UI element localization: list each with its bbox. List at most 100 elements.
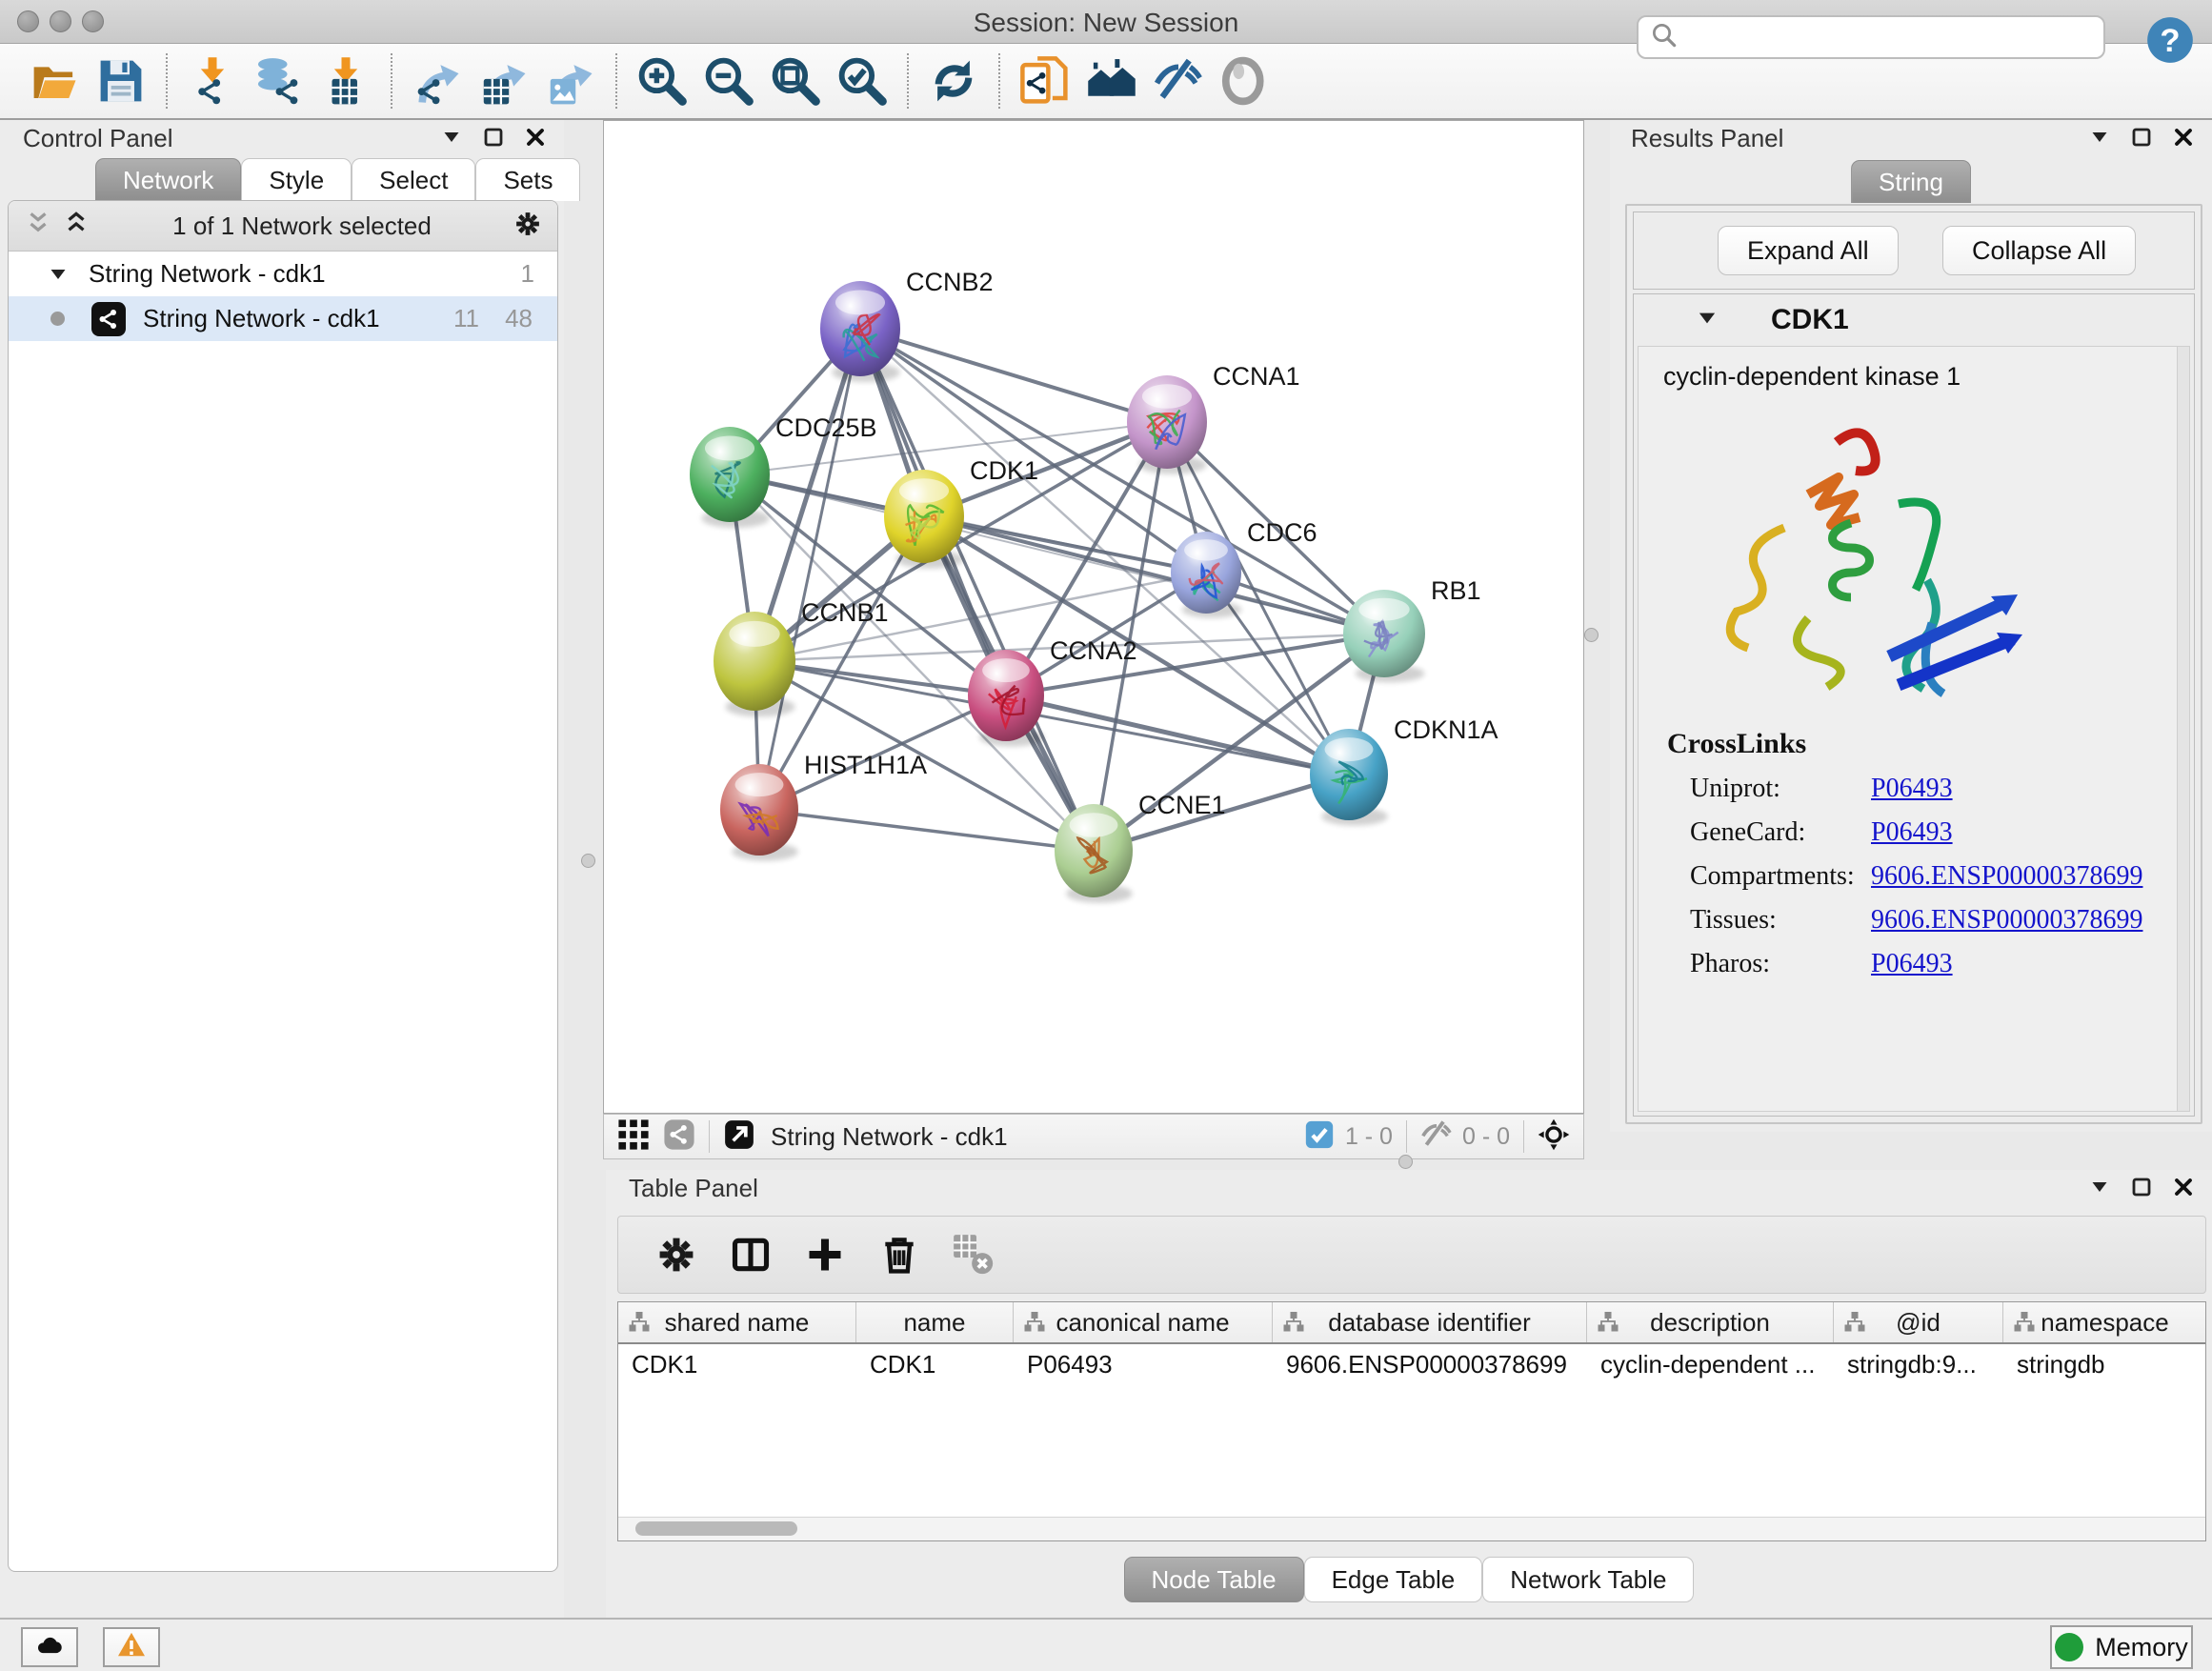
gear-icon[interactable] [513,210,542,243]
hide-annotations-button[interactable] [1145,50,1212,112]
node-HIST1H1A[interactable]: HIST1H1A [720,751,927,861]
node-RB1[interactable]: RB1 [1343,576,1481,682]
right-splitter-handle[interactable] [1584,628,1599,642]
share-document-button[interactable] [1012,50,1078,112]
edge-CCNA2-CDKN1A[interactable] [1006,695,1349,775]
network-collection-row[interactable]: String Network - cdk1 1 [9,252,557,296]
node-CDC25B[interactable]: CDC25B [690,413,877,528]
search-input[interactable] [1686,22,2103,53]
panel-menu-icon[interactable] [440,126,463,153]
tab-string[interactable]: String [1851,160,1971,203]
node-label-CCNA2: CCNA2 [1050,636,1137,665]
chevrons-down-icon [24,210,52,238]
crosslink-link[interactable]: P06493 [1871,817,1953,848]
crosslink-link[interactable]: 9606.ENSP00000378699 [1871,861,2142,892]
edge-CCNB2-CCNA1[interactable] [860,329,1167,422]
table-header-row: shared name name canonical name database… [618,1302,2205,1344]
help-button[interactable]: ? [2145,15,2195,65]
crosslink-link[interactable]: 9606.ENSP00000378699 [1871,905,2142,936]
column-header-description[interactable]: description [1587,1302,1834,1342]
edge-HIST1H1A-CCNE1[interactable] [759,810,1094,851]
search-box[interactable] [1637,15,2105,59]
tab-node-table[interactable]: Node Table [1124,1557,1304,1602]
cloud-button[interactable] [21,1627,78,1667]
edge-CCNB2-HIST1H1A[interactable] [759,329,860,810]
zoom-in-icon [636,55,688,107]
delete-table-button[interactable] [936,1221,1011,1288]
tab-select[interactable]: Select [352,158,475,201]
panel-menu-icon[interactable] [2088,1176,2111,1203]
zoom-fit-button[interactable] [762,50,829,112]
collapse-all-icon[interactable] [24,210,52,243]
zoom-selected-button[interactable] [829,50,895,112]
node-CDKN1A[interactable]: CDKN1A [1310,715,1498,826]
external-link-icon[interactable] [723,1118,755,1156]
expand-all-icon[interactable] [62,210,90,243]
column-header-namespace[interactable]: namespace [2003,1302,2206,1342]
panel-menu-icon[interactable] [2088,126,2111,153]
collapse-all-button[interactable]: Collapse All [1942,226,2136,275]
node-CCNB2[interactable]: CCNB2 [820,268,994,382]
add-column-button[interactable] [788,1221,862,1288]
gear-icon [513,210,542,238]
save-button[interactable] [88,50,154,112]
table-row[interactable]: CDK1CDK1P064939606.ENSP00000378699cyclin… [618,1344,2205,1384]
memory-status-icon [2055,1633,2083,1661]
table-horizontal-scrollbar[interactable] [618,1517,2205,1540]
scrollbar-handle[interactable] [635,1521,797,1536]
float-panel-icon[interactable] [2130,126,2153,153]
tab-network[interactable]: Network [95,158,241,201]
show-annotations-button[interactable] [1212,50,1278,112]
tab-sets[interactable]: Sets [475,158,580,201]
node-CCNA1[interactable]: CCNA1 [1127,362,1300,474]
fit-content-crosshair-icon[interactable] [1538,1118,1570,1156]
float-panel-icon[interactable] [482,126,505,153]
left-splitter-handle[interactable] [581,854,595,868]
column-header-name[interactable]: name [856,1302,1014,1342]
tab-edge-table[interactable]: Edge Table [1304,1557,1483,1602]
import-table-button[interactable] [312,50,379,112]
network-canvas[interactable]: CCNB2CCNA1CDC25BCDK1CDC6RB1CCNB1CCNA2CDK… [603,120,1584,1114]
selected-checkbox-icon[interactable] [1303,1118,1336,1156]
expand-all-button[interactable]: Expand All [1718,226,1899,275]
zoom-out-button[interactable] [695,50,762,112]
export-image-button[interactable] [537,50,604,112]
cdk1-entry-header[interactable]: CDK1 [1634,294,2194,346]
column-header-canonicalname[interactable]: canonical name [1014,1302,1273,1342]
memory-button[interactable]: Memory [2050,1625,2193,1669]
import-network-button[interactable] [179,50,246,112]
network-row[interactable]: String Network - cdk1 11 48 [9,296,557,341]
tab-style[interactable]: Style [241,158,352,201]
import-database-icon [253,55,305,107]
tab-network-table[interactable]: Network Table [1482,1557,1694,1602]
results-scrollbar[interactable] [2177,347,2189,1111]
import-database-button[interactable] [246,50,312,112]
refresh-button[interactable] [920,50,987,112]
warnings-button[interactable] [103,1627,160,1667]
open-folder-button[interactable] [21,50,88,112]
homes-button[interactable] [1078,50,1145,112]
bottom-splitter-handle[interactable] [1398,1155,1413,1169]
close-panel-icon[interactable] [524,126,547,153]
export-table-button[interactable] [471,50,537,112]
expander-caret-icon[interactable] [47,263,70,286]
column-header-sharedname[interactable]: shared name [618,1302,856,1342]
float-panel-icon[interactable] [2130,1176,2153,1203]
hidden-eye-icon[interactable] [1420,1118,1453,1156]
close-panel-icon[interactable] [2172,1176,2195,1203]
column-header-id[interactable]: @id [1834,1302,2003,1342]
node-CCNE1[interactable]: CCNE1 [1055,791,1226,903]
birdseye-grid-icon[interactable] [617,1118,650,1156]
export-network-button[interactable] [404,50,471,112]
close-panel-icon[interactable] [2172,126,2195,153]
add-column-icon [804,1234,846,1276]
string-share-icon[interactable] [663,1118,695,1156]
crosslink-link[interactable]: P06493 [1871,949,1953,979]
columns-button[interactable] [714,1221,788,1288]
zoom-in-button[interactable] [629,50,695,112]
gear-button[interactable] [639,1221,714,1288]
column-header-databaseidentifier[interactable]: database identifier [1273,1302,1587,1342]
trash-button[interactable] [862,1221,936,1288]
warning-icon [117,1631,146,1660]
crosslink-link[interactable]: P06493 [1871,774,1953,804]
